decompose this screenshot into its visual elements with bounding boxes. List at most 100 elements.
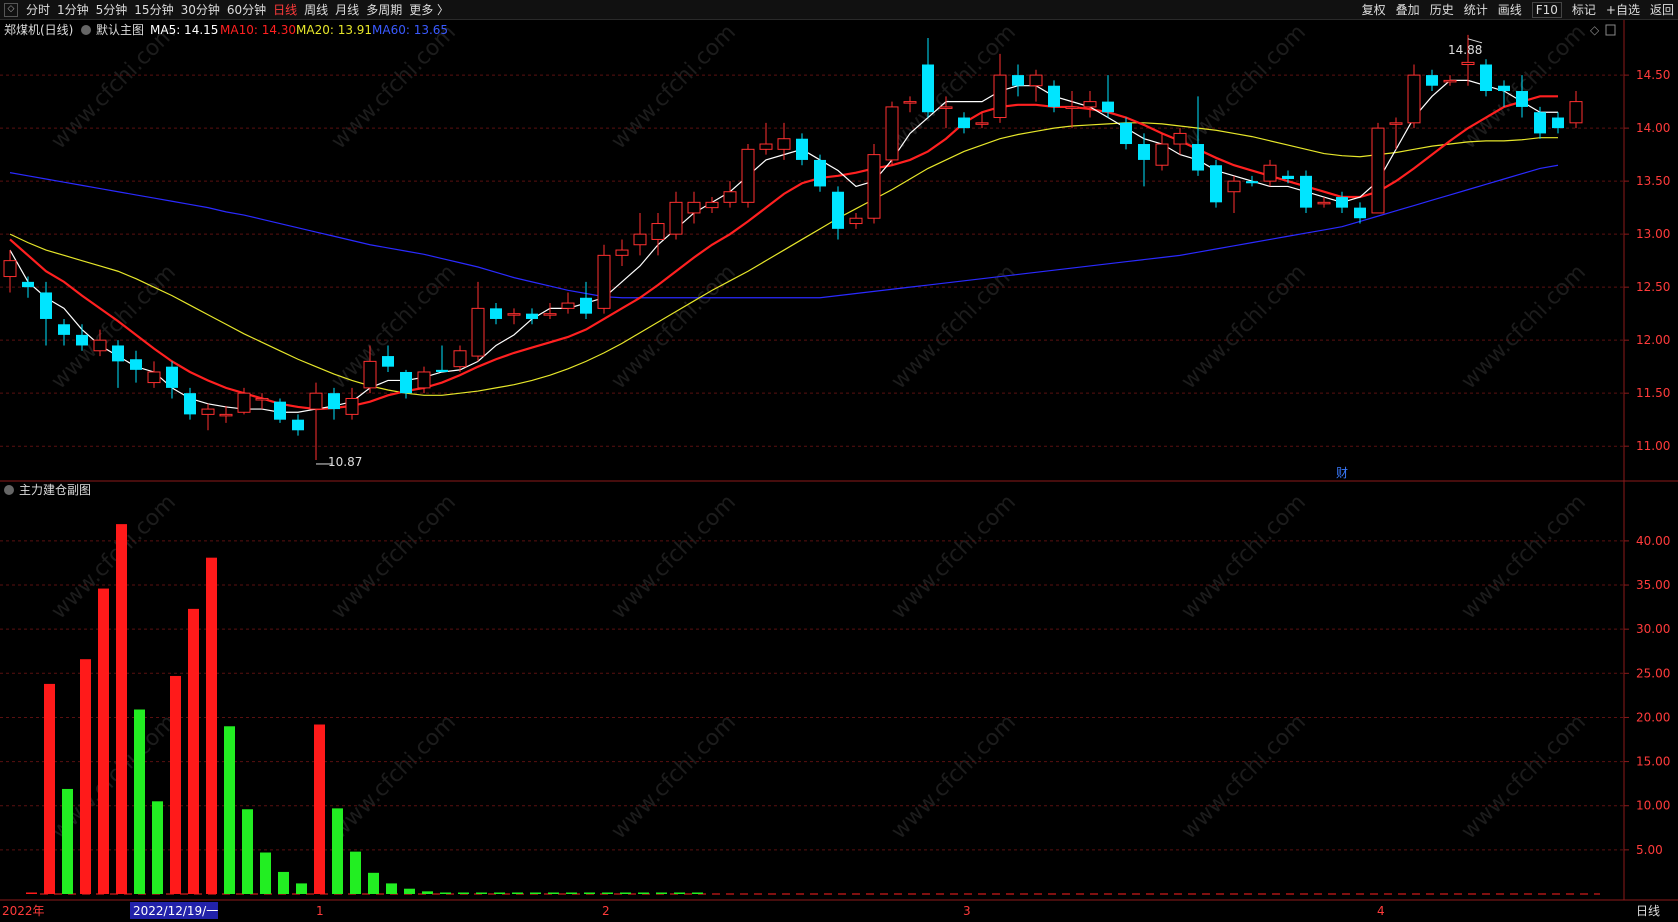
candle-body [1120, 122, 1132, 145]
candle-body [867, 154, 881, 219]
candle-body [382, 356, 394, 367]
x-axis-label-2: 2 [602, 904, 610, 918]
sub-y-tick-label: 15.00 [1636, 755, 1670, 769]
candle-body [903, 101, 917, 104]
candle-body [759, 143, 773, 150]
watermark-text: www.cfchi.com [1177, 20, 1311, 154]
candle-body [328, 393, 340, 410]
candle-body [526, 313, 538, 319]
watermark-text: www.cfchi.com [607, 260, 741, 394]
indicator-bar [494, 892, 505, 894]
indicator-bar [638, 892, 649, 894]
candle-body [669, 201, 683, 235]
indicator-bar [224, 726, 235, 894]
watermark-text: www.cfchi.com [1177, 710, 1311, 844]
watermark-text: www.cfchi.com [1177, 260, 1311, 394]
candle-body [1317, 201, 1331, 205]
sub-y-tick-label: 5.00 [1636, 843, 1663, 857]
axes: 14.50 14.00 13.50 13.00 12.50 12.00 11.50 11.00… [1624, 68, 1670, 857]
candle-body [1029, 74, 1043, 87]
ma60-line [9, 164, 1559, 299]
main-y-tick-label: 11.50 [1636, 386, 1670, 400]
candle-body [274, 401, 286, 420]
watermark-text: www.cfchi.com [1457, 710, 1591, 844]
ma20-label: MA20: 13.91 [296, 23, 372, 37]
template-label[interactable]: 默认主图 [96, 22, 144, 37]
sub-y-tick-label: 10.00 [1636, 799, 1670, 813]
x-axis-label-1: 1 [316, 904, 324, 918]
window-icon[interactable] [1605, 24, 1616, 36]
indicator-bar [98, 588, 109, 894]
watermark-text: www.cfchi.com [1457, 20, 1591, 154]
indicator-bar [692, 892, 703, 894]
candle-body [580, 297, 592, 314]
subchart-dropdown-icon[interactable] [4, 485, 14, 495]
indicator-bar [584, 892, 595, 894]
candle-body [1443, 79, 1457, 83]
candle-body [490, 308, 502, 319]
watermark-text: www.cfchi.com [1177, 490, 1311, 624]
indicator-bar [674, 892, 685, 894]
stock-title[interactable]: 郑煤机(日线) [4, 22, 73, 37]
watermark-text: www.cfchi.com [607, 20, 741, 154]
subchart-title[interactable]: 主力建仓副图 [19, 483, 91, 497]
chart-canvas: www.cfchi.com www.cfchi.com www.cfchi.com w… [0, 20, 1678, 919]
candle-body [1534, 112, 1546, 134]
watermark-text: www.cfchi.com [1457, 490, 1591, 624]
indicator-bar [170, 675, 181, 894]
indicator-bar [386, 883, 397, 894]
candle-body [184, 393, 196, 415]
sub-y-tick-label: 35.00 [1636, 578, 1670, 592]
candle-body [363, 360, 377, 389]
indicator-bar [80, 659, 91, 894]
indicator-bar [620, 892, 631, 894]
candle-body [112, 345, 124, 362]
candle-body [1227, 180, 1241, 193]
candle-body [130, 359, 142, 370]
template-dropdown-icon[interactable] [81, 25, 91, 35]
ma20-line [9, 122, 1558, 396]
candle-body [939, 106, 953, 109]
candle-body [309, 392, 323, 410]
indicator-bar [368, 872, 379, 894]
candle-body [93, 339, 107, 352]
candle-body [1354, 207, 1366, 219]
indicator-bar [188, 608, 199, 894]
main-y-tick-label: 13.00 [1636, 227, 1670, 241]
candle-body [849, 217, 863, 225]
candle-body [687, 201, 701, 214]
x-axis-label-3: 3 [963, 904, 971, 918]
indicator-bar [116, 524, 127, 894]
indicator-bar [350, 851, 361, 894]
candle-body [1102, 101, 1114, 113]
sub-y-tick-label: 40.00 [1636, 534, 1670, 548]
indicator-bar [458, 892, 469, 894]
candle-body [453, 350, 467, 368]
candle-body [958, 117, 970, 129]
finance-marker[interactable]: 财 [1336, 466, 1348, 480]
candle-body [507, 313, 521, 316]
watermark-text: www.cfchi.com [47, 490, 181, 624]
indicator-bar [242, 809, 253, 894]
ma10-label: MA10: 14.30 [220, 23, 296, 37]
indicator-bar [332, 808, 343, 894]
main-y-tick-label: 14.50 [1636, 68, 1670, 82]
indicator-bar [260, 852, 271, 894]
watermark-layer: www.cfchi.com www.cfchi.com www.cfchi.com w… [47, 20, 1591, 844]
indicator-bar [476, 892, 487, 894]
watermark-text: www.cfchi.com [1457, 260, 1591, 394]
indicator-bar [44, 683, 55, 894]
high-marker-label: 14.88 [1448, 43, 1482, 57]
candle-body [1389, 122, 1403, 125]
candle-body [436, 369, 448, 372]
main-y-tick-label: 13.50 [1636, 174, 1670, 188]
sub-y-tick-label: 30.00 [1636, 622, 1670, 636]
low-marker-label: 10.87 [328, 455, 362, 469]
candle-body [40, 292, 52, 319]
indicator-bar [152, 801, 163, 894]
candle-body [1192, 144, 1204, 171]
candle-body [1048, 85, 1060, 107]
watermark-text: www.cfchi.com [327, 490, 461, 624]
diamond-icon[interactable]: ◇ [1590, 23, 1600, 37]
period-label[interactable]: 日线 [1636, 904, 1660, 918]
